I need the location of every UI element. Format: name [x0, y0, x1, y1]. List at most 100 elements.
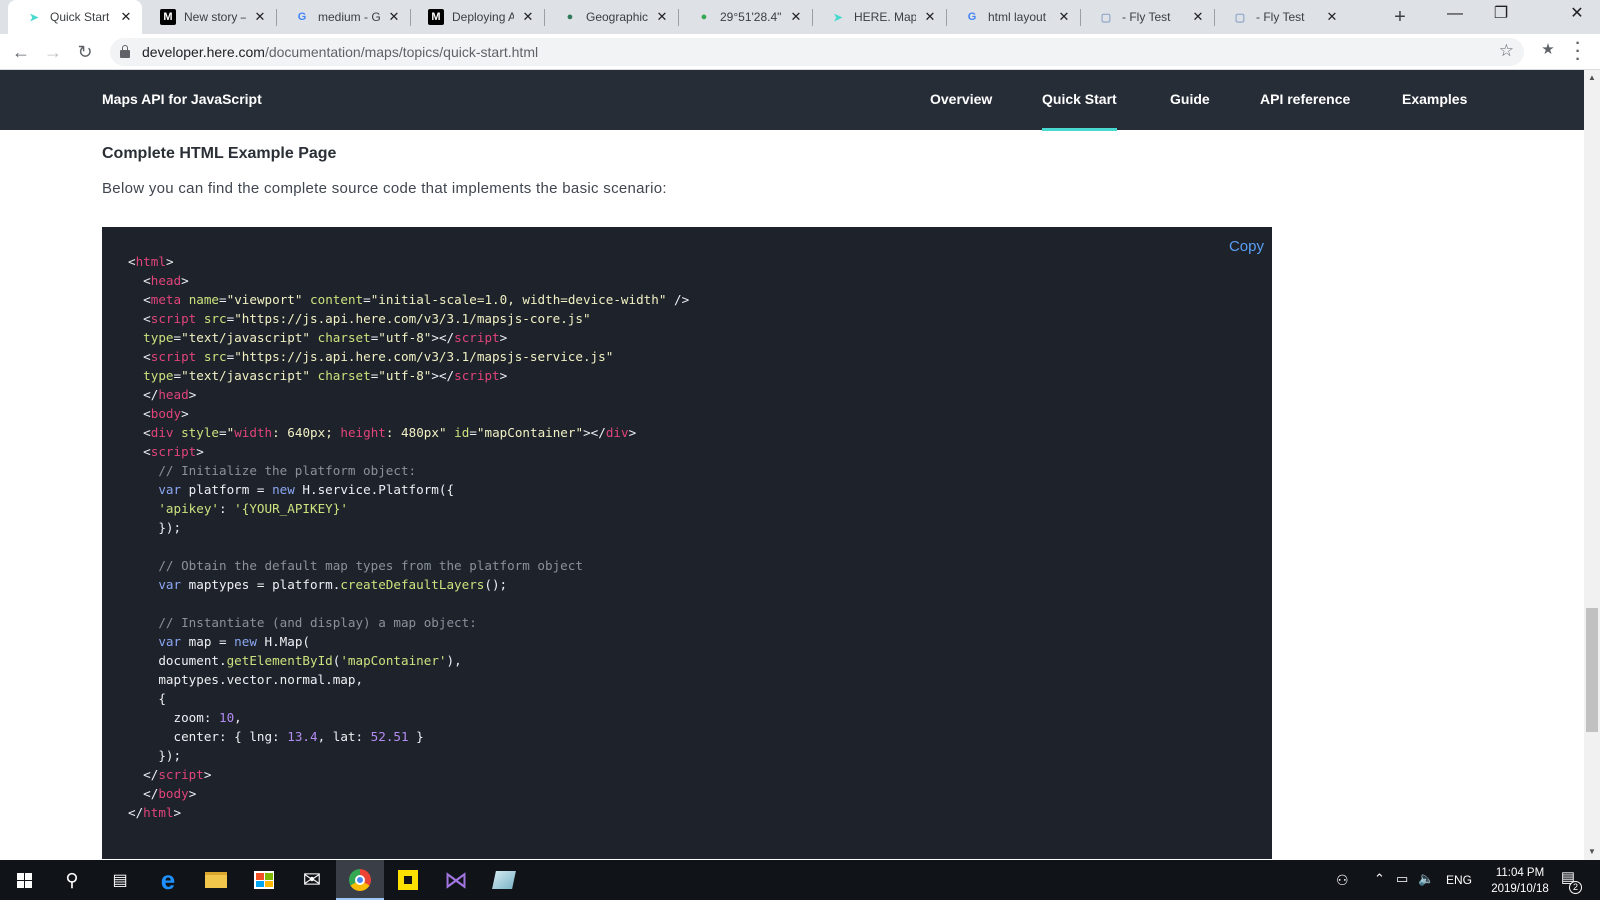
page-scrollbar[interactable]: ▲ ▼ — [1584, 70, 1600, 860]
start-icon[interactable] — [0, 860, 48, 900]
code-token: = — [469, 425, 477, 440]
code-content[interactable]: <html> <head> <meta name="viewport" cont… — [128, 252, 689, 822]
code-token: body — [150, 406, 182, 421]
forward-button[interactable]: → — [41, 40, 65, 64]
tab-title: - Fly Test — [1256, 10, 1305, 24]
nav-guide[interactable]: Guide — [1170, 91, 1210, 107]
code-token: < — [128, 406, 151, 421]
close-tab-icon[interactable]: ✕ — [1190, 9, 1206, 25]
scroll-down-arrow-icon[interactable]: ▼ — [1584, 844, 1600, 860]
close-tab-icon[interactable]: ✕ — [252, 9, 268, 25]
code-token: createDefaultLayers — [340, 577, 485, 592]
search-icon[interactable]: ⚲ — [48, 860, 96, 900]
restore-button[interactable]: ❐ — [1478, 0, 1524, 30]
close-tab-icon[interactable]: ✕ — [118, 9, 134, 25]
nav-overview[interactable]: Overview — [930, 91, 992, 107]
code-token: id — [454, 425, 470, 440]
browser-tab[interactable]: M Deploying ASP.NET ✕ — [410, 0, 544, 34]
chrome-icon[interactable] — [336, 860, 384, 900]
close-tab-icon[interactable]: ✕ — [520, 9, 536, 25]
code-token: }); — [128, 520, 182, 535]
visual-studio-icon[interactable]: ⋈ — [432, 860, 480, 900]
close-window-button[interactable]: ✕ — [1554, 0, 1600, 30]
code-line: </body> — [128, 784, 689, 803]
code-token: "utf-8" — [378, 330, 432, 345]
nav-examples[interactable]: Examples — [1402, 91, 1467, 107]
code-token: // Instantiate (and display) a map objec… — [128, 615, 477, 630]
close-tab-icon[interactable]: ✕ — [1056, 9, 1072, 25]
code-block: Copy <html> <head> <meta name="viewport"… — [102, 227, 1272, 859]
code-token: platform = — [181, 482, 273, 497]
browser-tab[interactable]: M New story – Medium ✕ — [142, 0, 276, 34]
tab-title: 29°51'28.4"S 31° — [720, 10, 782, 24]
browser-tab[interactable]: Gmedium - Google Search ✕ — [276, 0, 410, 34]
browser-tab[interactable]: ▢ - Fly Test ✕ — [1214, 0, 1348, 34]
network-icon[interactable]: ▭ — [1396, 871, 1408, 887]
extension-icon[interactable]: ★ — [1538, 40, 1558, 60]
code-token: > — [181, 273, 189, 288]
code-token: new — [272, 482, 295, 497]
browser-tab[interactable]: Ghtml layout - Google ✕ — [946, 0, 1080, 34]
reload-button[interactable]: ↻ — [73, 40, 97, 64]
back-button[interactable]: ← — [9, 40, 33, 64]
close-tab-icon[interactable]: ✕ — [654, 9, 670, 25]
close-tab-icon[interactable]: ✕ — [1324, 9, 1340, 25]
browser-tab[interactable]: ➤ Quick Start - HE ✕ — [8, 0, 142, 34]
system-clock[interactable]: 11:04 PM 2019/10/18 — [1478, 865, 1562, 897]
address-bar[interactable]: developer.here.com/documentation/maps/to… — [110, 38, 1524, 66]
url-text[interactable]: developer.here.com/documentation/maps/to… — [142, 44, 538, 60]
scroll-up-arrow-icon[interactable]: ▲ — [1584, 70, 1600, 86]
browser-tab[interactable]: ● Geographic coordinates ✕ — [544, 0, 678, 34]
code-token: H.Map( — [256, 634, 310, 649]
code-token: '{YOUR_APIKEY}' — [234, 501, 348, 516]
browser-tab[interactable]: ➤ HERE. Maps for ✕ — [812, 0, 946, 34]
code-token: "text/javascript" — [181, 368, 311, 383]
scroll-thumb[interactable] — [1586, 608, 1598, 732]
code-token: charset — [317, 368, 371, 383]
code-token: < — [128, 444, 151, 459]
code-line: </html> — [128, 803, 689, 822]
store-icon[interactable] — [240, 860, 288, 900]
app-icon[interactable] — [480, 860, 528, 900]
nav-api-reference[interactable]: API reference — [1260, 91, 1350, 107]
file-explorer-icon[interactable] — [192, 860, 240, 900]
code-token: </ — [128, 387, 159, 402]
code-line: }); — [128, 746, 689, 765]
edge-icon[interactable]: e — [144, 860, 192, 900]
volume-icon[interactable]: 🔈 — [1418, 871, 1434, 887]
site-brand[interactable]: Maps API for JavaScript — [102, 91, 262, 107]
show-hidden-icons-icon[interactable]: ⌃ — [1374, 871, 1385, 887]
bookmark-star-icon[interactable]: ☆ — [1499, 41, 1514, 61]
sticky-notes-icon[interactable] — [384, 860, 432, 900]
code-line: </head> — [128, 385, 689, 404]
nav-quick-start[interactable]: Quick Start — [1042, 91, 1117, 131]
minimize-button[interactable]: — — [1432, 0, 1478, 30]
people-icon[interactable]: ⚇ — [1336, 872, 1349, 889]
code-token: = — [173, 368, 182, 383]
input-language[interactable]: ENG — [1446, 873, 1472, 887]
task-view-icon[interactable]: ▤ — [96, 860, 144, 900]
copy-button[interactable]: Copy — [1229, 238, 1264, 255]
code-token: = — [363, 292, 371, 307]
close-tab-icon[interactable]: ✕ — [922, 9, 938, 25]
code-token: var — [128, 482, 182, 497]
browser-tab[interactable]: ● 29°51'28.4"S 31° ✕ — [678, 0, 812, 34]
lock-icon[interactable] — [120, 45, 130, 58]
browser-tab[interactable]: ▢ - Fly Test ✕ — [1080, 0, 1214, 34]
close-tab-icon[interactable]: ✕ — [788, 9, 804, 25]
mail-icon[interactable]: ✉ — [288, 860, 336, 900]
code-token: div — [605, 425, 629, 440]
code-token: script — [150, 444, 197, 459]
new-tab-button[interactable]: + — [1388, 5, 1412, 29]
browser-menu-icon[interactable]: · · · — [1568, 36, 1588, 68]
action-center-icon[interactable]: ▤ 2 — [1556, 868, 1582, 894]
close-tab-icon[interactable]: ✕ — [386, 9, 402, 25]
code-token: : — [219, 501, 235, 516]
tab-title: New story – Medium — [184, 10, 246, 24]
code-token: charset — [317, 330, 371, 345]
code-token: map = — [181, 634, 235, 649]
